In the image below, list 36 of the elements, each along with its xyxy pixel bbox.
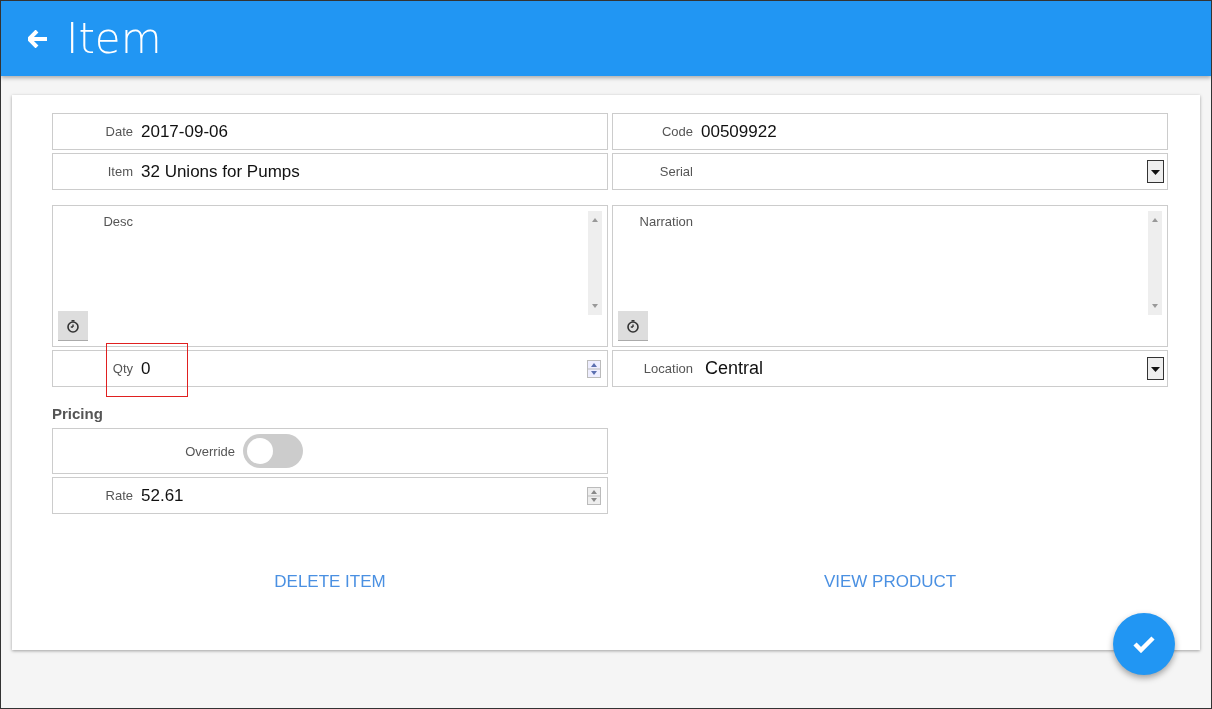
timestamp-button[interactable] (618, 311, 648, 341)
field-value[interactable]: 00509922 (701, 121, 777, 142)
scroll-up-icon[interactable] (591, 217, 599, 223)
field-label: Desc (102, 214, 134, 229)
scrollbar[interactable] (588, 211, 602, 315)
field-label: Rate (104, 488, 134, 503)
dropdown-icon[interactable] (1147, 160, 1164, 183)
toggle-switch[interactable] (243, 434, 303, 468)
section-heading: Pricing (52, 405, 104, 422)
field-label: Narration (638, 214, 694, 229)
scroll-down-icon[interactable] (591, 303, 599, 309)
dropdown-icon[interactable] (1147, 357, 1164, 380)
field-value[interactable]: 52.61 (141, 485, 184, 506)
field-label: Override (184, 443, 236, 459)
field-value[interactable]: 32 Unions for Pumps (141, 161, 300, 182)
field-label: Date (104, 124, 134, 139)
scroll-down-icon[interactable] (1151, 303, 1159, 309)
field-label: Code (660, 124, 694, 139)
field-label: Item (106, 164, 134, 179)
page-title: Item (66, 14, 162, 63)
stopwatch-icon (626, 318, 640, 333)
field-label: Serial (658, 164, 694, 179)
save-button[interactable] (1113, 613, 1175, 675)
check-icon (1133, 635, 1155, 653)
scroll-up-icon[interactable] (1151, 217, 1159, 223)
field-label: Qty (111, 361, 134, 376)
spinner-icon[interactable] (587, 359, 601, 378)
field-value[interactable]: 0 (141, 358, 151, 379)
stopwatch-icon (66, 318, 80, 333)
back-arrow-icon[interactable] (28, 29, 48, 48)
scrollbar[interactable] (1148, 211, 1162, 315)
timestamp-button[interactable] (58, 311, 88, 341)
field-value[interactable]: Central (705, 358, 764, 379)
field-value[interactable]: 2017-09-06 (141, 121, 228, 142)
spinner-icon[interactable] (587, 486, 601, 505)
field-label: Location (642, 361, 694, 376)
